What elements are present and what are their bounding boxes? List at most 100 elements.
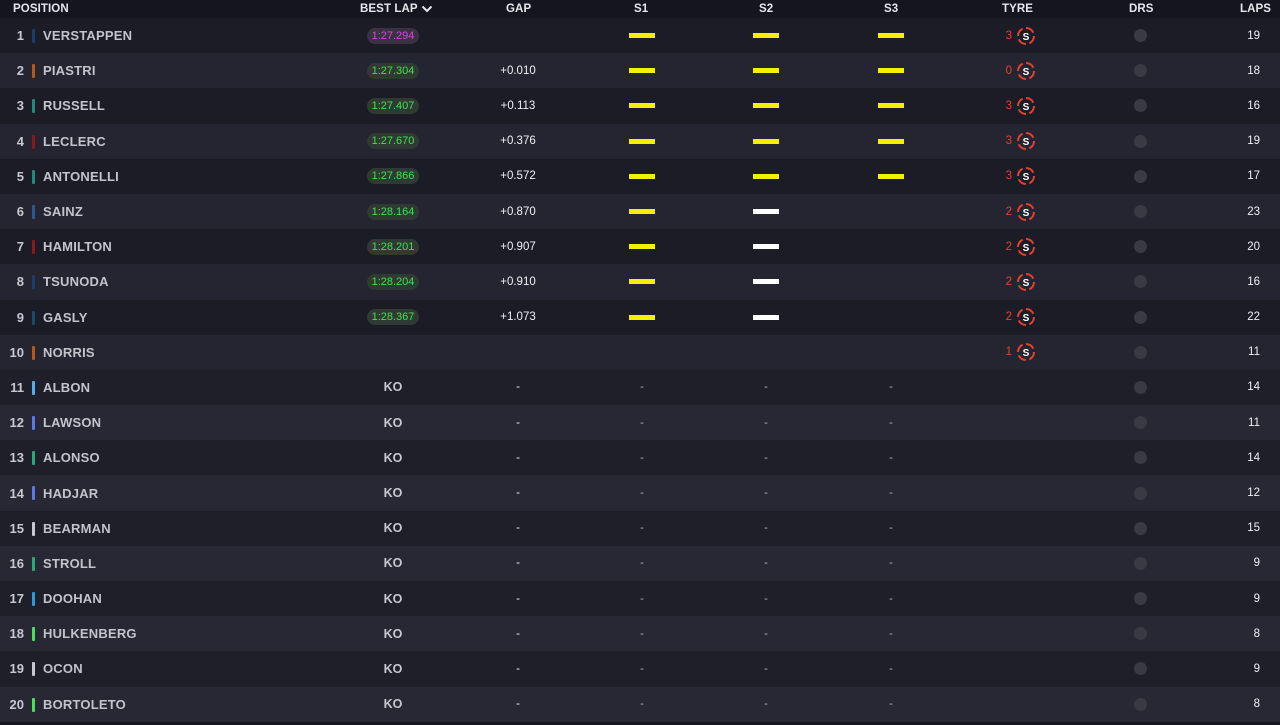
laps-count: 14 bbox=[1247, 381, 1260, 394]
team-color-stripe bbox=[32, 134, 35, 149]
laps-count: 23 bbox=[1247, 205, 1260, 218]
sector-s2-indicator bbox=[746, 53, 786, 88]
tyre-soft-icon: S bbox=[1017, 88, 1035, 123]
best-lap-time: 1:27.866 bbox=[366, 168, 420, 185]
column-header-s3[interactable]: S3 bbox=[884, 2, 898, 16]
sector-bar bbox=[629, 279, 655, 285]
sector-bar bbox=[878, 68, 904, 74]
gap-value: - bbox=[516, 627, 520, 640]
drs-indicator bbox=[1133, 194, 1147, 229]
team-color-stripe bbox=[32, 64, 35, 79]
driver-row[interactable]: 8 TSUNODA 1:28.204 +0.910 2 S 16 bbox=[0, 264, 1280, 300]
gap-value: +0.907 bbox=[500, 240, 536, 253]
column-header-position[interactable]: POSITION bbox=[13, 2, 69, 16]
position-number: 11 bbox=[10, 379, 24, 395]
gap-value: - bbox=[516, 522, 520, 535]
column-header-s2[interactable]: S2 bbox=[759, 2, 773, 16]
drs-dot bbox=[1133, 275, 1147, 289]
sector-s3-indicator bbox=[871, 18, 911, 53]
driver-name: LAWSON bbox=[43, 415, 102, 431]
driver-row[interactable]: 10 NORRIS 1 S 11 bbox=[0, 334, 1280, 370]
sector-s2-indicator bbox=[746, 300, 786, 335]
best-lap-cell: 1:27.304 bbox=[366, 53, 420, 88]
best-lap-knockout: KO bbox=[383, 415, 403, 430]
driver-row[interactable]: 2 PIASTRI 1:27.304 +0.010 0 S 18 bbox=[0, 53, 1280, 89]
team-color-stripe bbox=[32, 556, 35, 571]
driver-row[interactable]: 6 SAINZ 1:28.164 +0.870 2 S 23 bbox=[0, 193, 1280, 230]
team-color-stripe bbox=[32, 169, 35, 184]
drs-indicator bbox=[1133, 405, 1147, 440]
driver-row[interactable]: 16 STROLL KO - - - - 9 bbox=[0, 545, 1280, 581]
sector-bar bbox=[753, 68, 779, 74]
column-header-tyre[interactable]: TYRE bbox=[1002, 2, 1033, 16]
driver-row[interactable]: 18 HULKENBERG KO - - - - 8 bbox=[0, 616, 1280, 652]
driver-row[interactable]: 13 ALONSO KO - - - - 14 bbox=[0, 440, 1280, 476]
driver-row[interactable]: 12 LAWSON KO - - - - 11 bbox=[0, 405, 1280, 441]
tyre-soft-icon: S bbox=[1017, 229, 1035, 264]
drs-indicator bbox=[1133, 687, 1147, 722]
position-number: 17 bbox=[9, 591, 24, 607]
driver-row[interactable]: 1 VERSTAPPEN 1:27.294 3 S 19 bbox=[0, 18, 1280, 54]
tyre-age: 2 bbox=[1005, 240, 1012, 253]
driver-row[interactable]: 14 HADJAR KO - - - - 12 bbox=[0, 475, 1280, 511]
sector-s3-empty: - bbox=[889, 557, 893, 570]
tyre-age: 3 bbox=[1005, 99, 1012, 112]
driver-row[interactable]: 15 BEARMAN KO - - - - 15 bbox=[0, 510, 1280, 546]
tyre-soft-icon: S bbox=[1017, 264, 1035, 299]
best-lap-knockout: KO bbox=[383, 521, 403, 536]
drs-dot bbox=[1133, 416, 1147, 430]
drs-dot bbox=[1133, 662, 1147, 676]
driver-row[interactable]: 4 LECLERC 1:27.670 +0.376 3 S 19 bbox=[0, 123, 1280, 159]
drs-dot bbox=[1133, 697, 1147, 711]
tyre-compound-letter: S bbox=[1023, 278, 1030, 289]
tyre-compound-letter: S bbox=[1023, 313, 1030, 324]
column-header-drs[interactable]: DRS bbox=[1129, 2, 1154, 16]
tyre-compound-letter: S bbox=[1023, 137, 1030, 148]
drs-dot bbox=[1133, 240, 1147, 254]
sector-s1-indicator bbox=[622, 124, 662, 159]
driver-row[interactable]: 5 ANTONELLI 1:27.866 +0.572 3 S 17 bbox=[0, 158, 1280, 194]
drs-dot bbox=[1133, 99, 1147, 113]
column-header-best-lap[interactable]: BEST LAP bbox=[360, 2, 433, 16]
sector-bar bbox=[629, 209, 655, 215]
gap-value: - bbox=[516, 592, 520, 605]
sector-s2-indicator bbox=[746, 264, 786, 299]
team-color-stripe bbox=[32, 697, 35, 712]
best-lap-knockout: KO bbox=[383, 380, 403, 395]
driver-row[interactable]: 19 OCON KO - - - - 9 bbox=[0, 651, 1280, 687]
sector-s2-empty: - bbox=[764, 522, 768, 535]
driver-row[interactable]: 20 BORTOLETO KO - - - - 8 bbox=[0, 686, 1280, 722]
tyre-compound-letter: S bbox=[1023, 348, 1030, 359]
best-lap-cell: 1:28.204 bbox=[366, 264, 420, 299]
position-number: 9 bbox=[16, 309, 24, 325]
sector-s2-empty: - bbox=[764, 381, 768, 394]
tyre-compound-letter: S bbox=[1023, 31, 1030, 42]
sector-bar bbox=[629, 138, 655, 144]
driver-row[interactable]: 11 ALBON KO - - - - 14 bbox=[0, 369, 1280, 406]
driver-row[interactable]: 7 HAMILTON 1:28.201 +0.907 2 S 20 bbox=[0, 229, 1280, 265]
best-lap-time: 1:27.294 bbox=[366, 27, 420, 44]
best-lap-cell: 1:28.164 bbox=[366, 194, 420, 229]
driver-row[interactable]: 3 RUSSELL 1:27.407 +0.113 3 S 16 bbox=[0, 88, 1280, 124]
team-color-stripe bbox=[32, 451, 35, 466]
team-color-stripe bbox=[32, 627, 35, 642]
driver-name: GASLY bbox=[43, 309, 88, 325]
position-number: 12 bbox=[9, 415, 24, 431]
sector-bar bbox=[629, 173, 655, 179]
sector-bar bbox=[753, 279, 779, 285]
column-header-s1[interactable]: S1 bbox=[634, 2, 648, 16]
column-header-laps[interactable]: LAPS bbox=[1240, 2, 1271, 16]
tyre-age: 0 bbox=[1005, 64, 1012, 77]
timing-table-body: 1 VERSTAPPEN 1:27.294 3 S 19 2 PIASTRI 1:27.30… bbox=[0, 18, 1280, 722]
tyre-soft-icon: S bbox=[1017, 300, 1035, 335]
driver-name: VERSTAPPEN bbox=[43, 28, 133, 44]
best-lap-cell: 1:27.294 bbox=[366, 18, 420, 53]
laps-count: 22 bbox=[1247, 311, 1260, 324]
sector-s1-indicator bbox=[622, 18, 662, 53]
column-header-gap[interactable]: GAP bbox=[506, 2, 531, 16]
laps-count: 19 bbox=[1247, 29, 1260, 42]
driver-row[interactable]: 17 DOOHAN KO - - - - 9 bbox=[0, 581, 1280, 617]
driver-name: PIASTRI bbox=[43, 63, 96, 79]
driver-row[interactable]: 9 GASLY 1:28.367 +1.073 2 S 22 bbox=[0, 299, 1280, 335]
laps-count: 9 bbox=[1253, 662, 1260, 675]
